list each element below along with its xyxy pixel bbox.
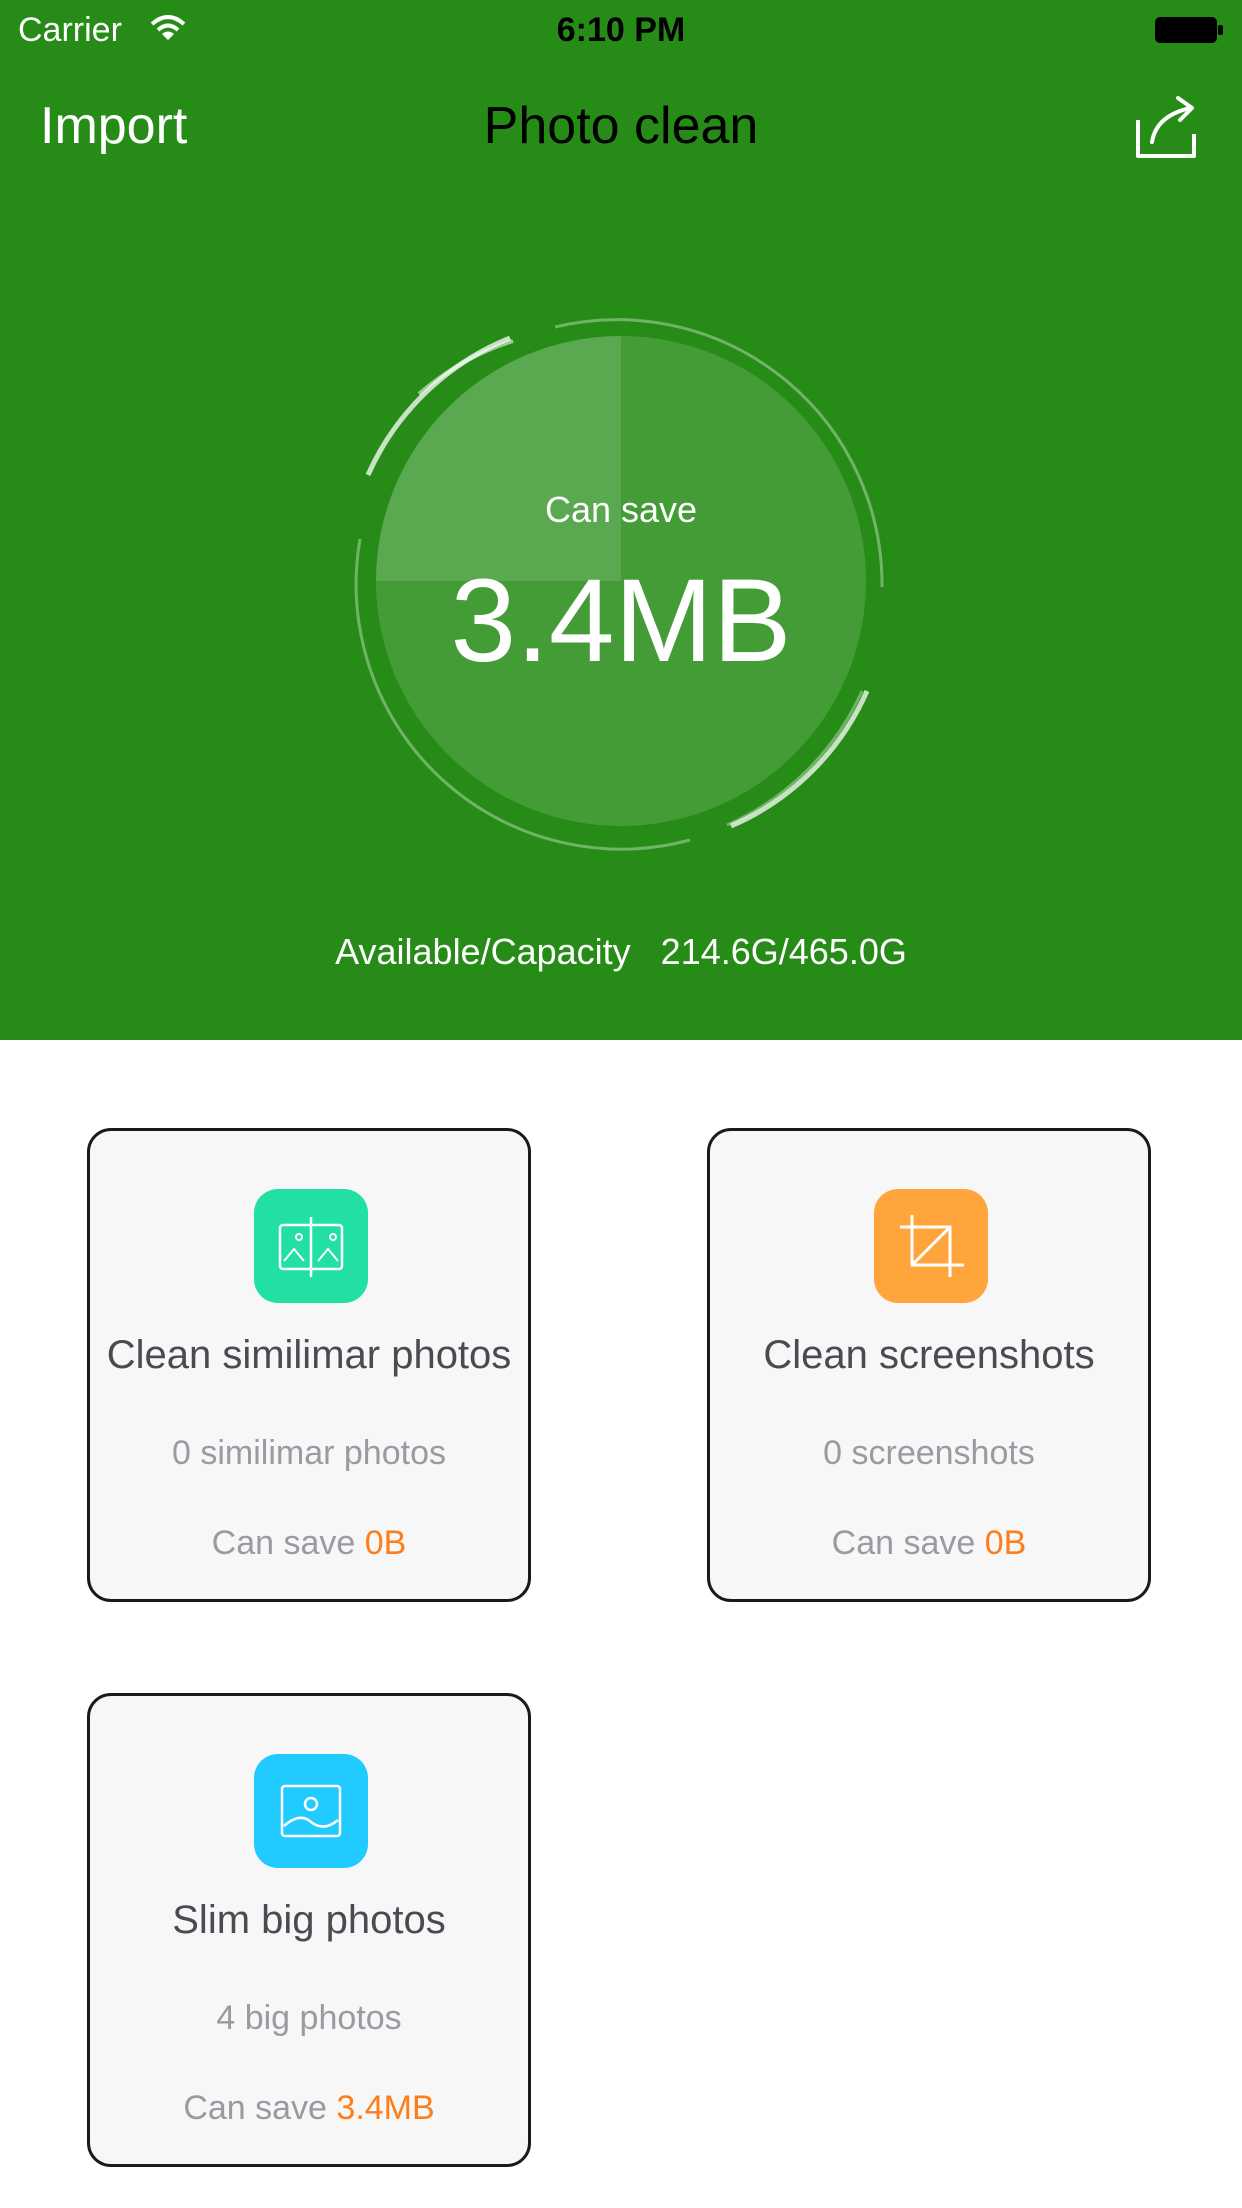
card-title: Clean similimar photos: [106, 1333, 512, 1377]
status-time: 6:10 PM: [556, 11, 686, 49]
card-count: 0 similimar photos: [172, 1434, 446, 1472]
slim-big-photos-card[interactable]: Slim big photos 4 big photos Can save 3.…: [87, 1693, 531, 2167]
image-icon: [254, 1754, 368, 1868]
storage-capacity: Available/Capacity 214.6G/465.0G: [0, 930, 1242, 974]
page-title: Photo clean: [483, 97, 759, 155]
card-save-value: 3.4MB: [336, 2089, 435, 2127]
battery-icon: [1155, 17, 1223, 43]
crop-icon: [874, 1189, 988, 1303]
card-save: Can save 0B: [710, 1523, 1148, 1563]
can-save-label: Can save: [544, 489, 698, 530]
card-save-prefix: Can save: [211, 1524, 356, 1562]
card-save-prefix: Can save: [183, 2089, 327, 2127]
card-count: 4 big photos: [216, 1999, 402, 2037]
storage-label: Available/Capacity: [335, 931, 631, 972]
card-title: Clean screenshots: [763, 1333, 1095, 1377]
clean-screenshots-card[interactable]: Clean screenshots 0 screenshots Can save…: [707, 1128, 1151, 1602]
share-icon[interactable]: [1132, 94, 1200, 162]
card-save-prefix: Can save: [831, 1524, 976, 1562]
card-title: Slim big photos: [172, 1898, 446, 1942]
card-save-value: 0B: [364, 1524, 407, 1562]
card-count: 0 screenshots: [823, 1434, 1035, 1472]
can-save-value: 3.4MB: [450, 555, 792, 687]
card-save: Can save 0B: [90, 1523, 528, 1563]
storage-value: 214.6G/465.0G: [660, 931, 907, 972]
card-save: Can save 3.4MB: [90, 2088, 528, 2128]
clean-similar-photos-card[interactable]: Clean similimar photos 0 similimar photo…: [87, 1128, 531, 1602]
card-save-value: 0B: [984, 1524, 1027, 1562]
header-panel: Carrier 6:10 PM Import Photo clean Can s…: [0, 0, 1242, 1040]
compare-photos-icon: [254, 1189, 368, 1303]
status-bar: Carrier 6:10 PM: [0, 0, 1242, 60]
